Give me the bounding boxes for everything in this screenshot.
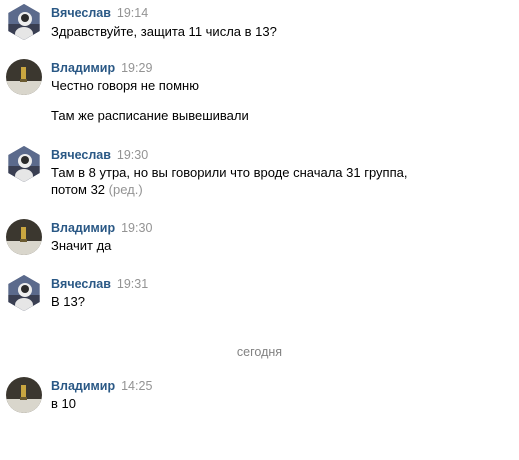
message-text: Там в 8 утра, но вы говорили что вроде с… [51, 165, 408, 180]
message-text: Значит да [51, 238, 112, 253]
message-time[interactable]: 19:31 [117, 277, 148, 291]
message-text: Здравствуйте, защита 11 числа в 13? [51, 24, 277, 39]
message-time[interactable]: 19:14 [117, 6, 148, 20]
avatar[interactable] [6, 146, 42, 182]
date-divider: сегодня [236, 345, 283, 359]
avatar[interactable] [6, 275, 42, 311]
message-time[interactable]: 19:30 [121, 221, 152, 235]
message-text: в 10 [51, 396, 76, 411]
message-header: Владимир 14:25 [51, 377, 152, 395]
message-header: Вячеслав 19:14 [51, 4, 148, 22]
message-text: потом 32 [51, 182, 106, 197]
author-name[interactable]: Владимир [51, 221, 115, 235]
message-text: В 13? [51, 294, 85, 309]
message-text: Там же расписание вывешивали [51, 108, 249, 123]
author-name[interactable]: Владимир [51, 379, 115, 393]
message-header: Владимир 19:29 [51, 59, 152, 77]
author-name[interactable]: Владимир [51, 61, 115, 75]
avatar[interactable] [6, 219, 42, 255]
avatar[interactable] [6, 4, 42, 40]
author-name[interactable]: Вячеслав [51, 148, 111, 162]
author-name[interactable]: Вячеслав [51, 277, 111, 291]
author-name[interactable]: Вячеслав [51, 6, 111, 20]
message-time[interactable]: 14:25 [121, 379, 152, 393]
message-header: Вячеслав 19:31 [51, 275, 148, 293]
message-header: Вячеслав 19:30 [51, 146, 148, 164]
avatar[interactable] [6, 377, 42, 413]
message-header: Владимир 19:30 [51, 219, 152, 237]
message-text-line: потом 32 (ред.) [51, 181, 143, 199]
message-time[interactable]: 19:30 [117, 148, 148, 162]
edited-mark[interactable]: (ред.) [109, 182, 143, 197]
message-text: Честно говоря не помню [51, 78, 199, 93]
avatar[interactable] [6, 59, 42, 95]
message-time[interactable]: 19:29 [121, 61, 152, 75]
